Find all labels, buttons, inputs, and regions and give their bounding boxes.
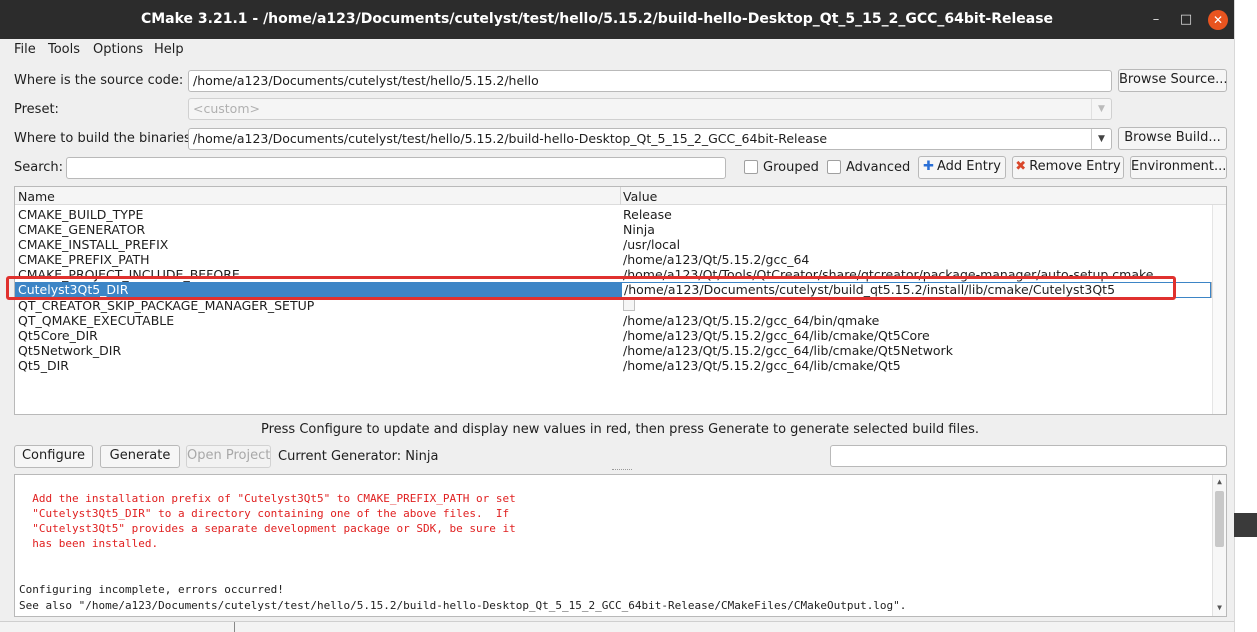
entry-name: CMAKE_BUILD_TYPE — [18, 207, 144, 222]
log-line: "Cutelyst3Qt5_DIR" to a directory contai… — [19, 507, 510, 520]
column-header-name[interactable]: Name — [18, 189, 55, 204]
entry-name: CMAKE_GENERATOR — [18, 222, 146, 237]
configure-button[interactable]: Configure — [14, 445, 93, 468]
grouped-checkbox[interactable] — [744, 160, 758, 174]
advanced-checkbox[interactable] — [827, 160, 841, 174]
entry-name: CMAKE_PREFIX_PATH — [18, 252, 150, 267]
close-icon[interactable]: ✕ — [1208, 10, 1228, 30]
table-row[interactable]: CMAKE_GENERATOR Ninja — [15, 222, 1212, 237]
search-input[interactable] — [66, 157, 726, 179]
preset-label: Preset: — [14, 102, 59, 117]
entry-value: /home/a123/Qt/5.15.2/gcc_64/lib/cmake/Qt… — [623, 358, 901, 373]
table-row[interactable]: QT_CREATOR_SKIP_PACKAGE_MANAGER_SETUP — [15, 298, 1212, 313]
build-label: Where to build the binaries: — [14, 131, 196, 146]
grouped-label: Grouped — [763, 160, 819, 175]
browse-build-button[interactable]: Browse Build... — [1118, 127, 1227, 150]
background-divider — [1234, 0, 1235, 632]
entry-name: QT_QMAKE_EXECUTABLE — [18, 313, 175, 328]
output-log[interactable]: Add the installation prefix of "Cutelyst… — [14, 474, 1227, 617]
chevron-down-icon: ▼ — [1091, 99, 1111, 119]
log-line: Configuring incomplete, errors occurred! — [19, 583, 284, 596]
browse-source-button[interactable]: Browse Source... — [1118, 69, 1228, 92]
annotation-highlight-box — [6, 276, 1176, 300]
preset-value: <custom> — [193, 101, 260, 116]
chevron-down-icon[interactable]: ▼ — [1091, 129, 1111, 149]
scrollbar-thumb[interactable] — [1215, 491, 1224, 547]
advanced-label: Advanced — [846, 160, 911, 175]
maximize-icon[interactable]: □ — [1176, 10, 1196, 30]
log-line: "Cutelyst3Qt5" provides a separate devel… — [19, 522, 516, 535]
background-editor-strip — [0, 621, 1234, 632]
table-row[interactable]: Qt5_DIR /home/a123/Qt/5.15.2/gcc_64/lib/… — [15, 358, 1212, 373]
column-header-value[interactable]: Value — [623, 189, 657, 204]
table-row[interactable]: CMAKE_INSTALL_PREFIX /usr/local — [15, 237, 1212, 252]
preset-dropdown[interactable]: <custom> ▼ — [188, 98, 1112, 120]
window-title: CMake 3.21.1 - /home/a123/Documents/cute… — [140, 11, 1054, 27]
menu-file[interactable]: File — [14, 42, 36, 57]
remove-entry-button[interactable]: ✖ Remove Entry — [1012, 156, 1124, 179]
entry-bool-checkbox[interactable] — [623, 299, 635, 311]
plus-icon: ✚ — [923, 159, 934, 174]
log-line: See also "/home/a123/Documents/cutelyst/… — [19, 599, 907, 612]
table-header: Name Value — [15, 187, 1226, 205]
entry-name: QT_CREATOR_SKIP_PACKAGE_MANAGER_SETUP — [18, 298, 315, 313]
remove-entry-label: Remove Entry — [1029, 159, 1121, 174]
background-desktop — [1234, 0, 1257, 632]
generate-button[interactable]: Generate — [100, 445, 180, 468]
log-line: has been installed. — [19, 537, 159, 550]
configure-hint: Press Configure to update and display ne… — [260, 422, 980, 437]
environment-button[interactable]: Environment... — [1130, 156, 1227, 179]
entry-value: /home/a123/Qt/5.15.2/gcc_64 — [623, 252, 810, 267]
column-divider[interactable] — [620, 187, 621, 205]
open-project-button[interactable]: Open Project — [186, 445, 271, 468]
build-path-dropdown[interactable]: /home/a123/Documents/cutelyst/test/hello… — [188, 128, 1112, 150]
entry-value: /usr/local — [623, 237, 681, 252]
add-entry-button[interactable]: ✚ Add Entry — [918, 156, 1006, 179]
source-path-input[interactable]: /home/a123/Documents/cutelyst/test/hello… — [188, 70, 1112, 92]
log-line: Add the installation prefix of "Cutelyst… — [19, 492, 516, 505]
menu-tools[interactable]: Tools — [48, 42, 80, 57]
table-row[interactable]: QT_QMAKE_EXECUTABLE /home/a123/Qt/5.15.2… — [15, 313, 1212, 328]
background-tick — [234, 622, 235, 632]
entry-name: CMAKE_INSTALL_PREFIX — [18, 237, 169, 252]
x-icon: ✖ — [1015, 159, 1027, 174]
entry-name: Qt5Network_DIR — [18, 343, 122, 358]
entry-value: /home/a123/Qt/5.15.2/gcc_64/lib/cmake/Qt… — [623, 328, 930, 343]
cache-table: Name Value CMAKE_BUILD_TYPE Release CMAK… — [14, 186, 1227, 415]
entry-value: /home/a123/Qt/5.15.2/gcc_64/bin/qmake — [623, 313, 880, 328]
table-row[interactable]: CMAKE_PREFIX_PATH /home/a123/Qt/5.15.2/g… — [15, 252, 1212, 267]
menu-options[interactable]: Options — [93, 42, 143, 57]
entry-name: Qt5_DIR — [18, 358, 69, 373]
scroll-down-icon[interactable]: ▼ — [1213, 603, 1226, 612]
background-dark-bar — [1234, 513, 1257, 537]
table-row[interactable]: Qt5Network_DIR /home/a123/Qt/5.15.2/gcc_… — [15, 343, 1212, 358]
entry-name: Qt5Core_DIR — [18, 328, 98, 343]
title-bar: CMake 3.21.1 - /home/a123/Documents/cute… — [0, 0, 1234, 39]
menu-help[interactable]: Help — [154, 42, 184, 57]
menu-bar: File Tools Options Help — [0, 39, 1234, 60]
build-path-value: /home/a123/Documents/cutelyst/test/hello… — [193, 131, 828, 146]
scroll-up-icon[interactable]: ▲ — [1213, 477, 1226, 486]
cmake-window: CMake 3.21.1 - /home/a123/Documents/cute… — [0, 0, 1234, 621]
add-entry-label: Add Entry — [937, 159, 1001, 174]
table-scrollbar[interactable] — [1212, 205, 1226, 414]
splitter-handle[interactable] — [612, 469, 632, 472]
minimize-icon[interactable]: – — [1146, 10, 1166, 30]
entry-value: Ninja — [623, 222, 655, 237]
table-row[interactable]: CMAKE_BUILD_TYPE Release — [15, 207, 1212, 222]
search-label: Search: — [14, 160, 64, 175]
generator-status-field — [830, 445, 1227, 467]
current-generator-label: Current Generator: Ninja — [278, 449, 439, 464]
table-row[interactable]: Qt5Core_DIR /home/a123/Qt/5.15.2/gcc_64/… — [15, 328, 1212, 343]
entry-value: Release — [623, 207, 672, 222]
output-scrollbar[interactable]: ▲ ▼ — [1212, 475, 1226, 616]
entry-value: /home/a123/Qt/5.15.2/gcc_64/lib/cmake/Qt… — [623, 343, 953, 358]
source-label: Where is the source code: — [14, 73, 184, 88]
